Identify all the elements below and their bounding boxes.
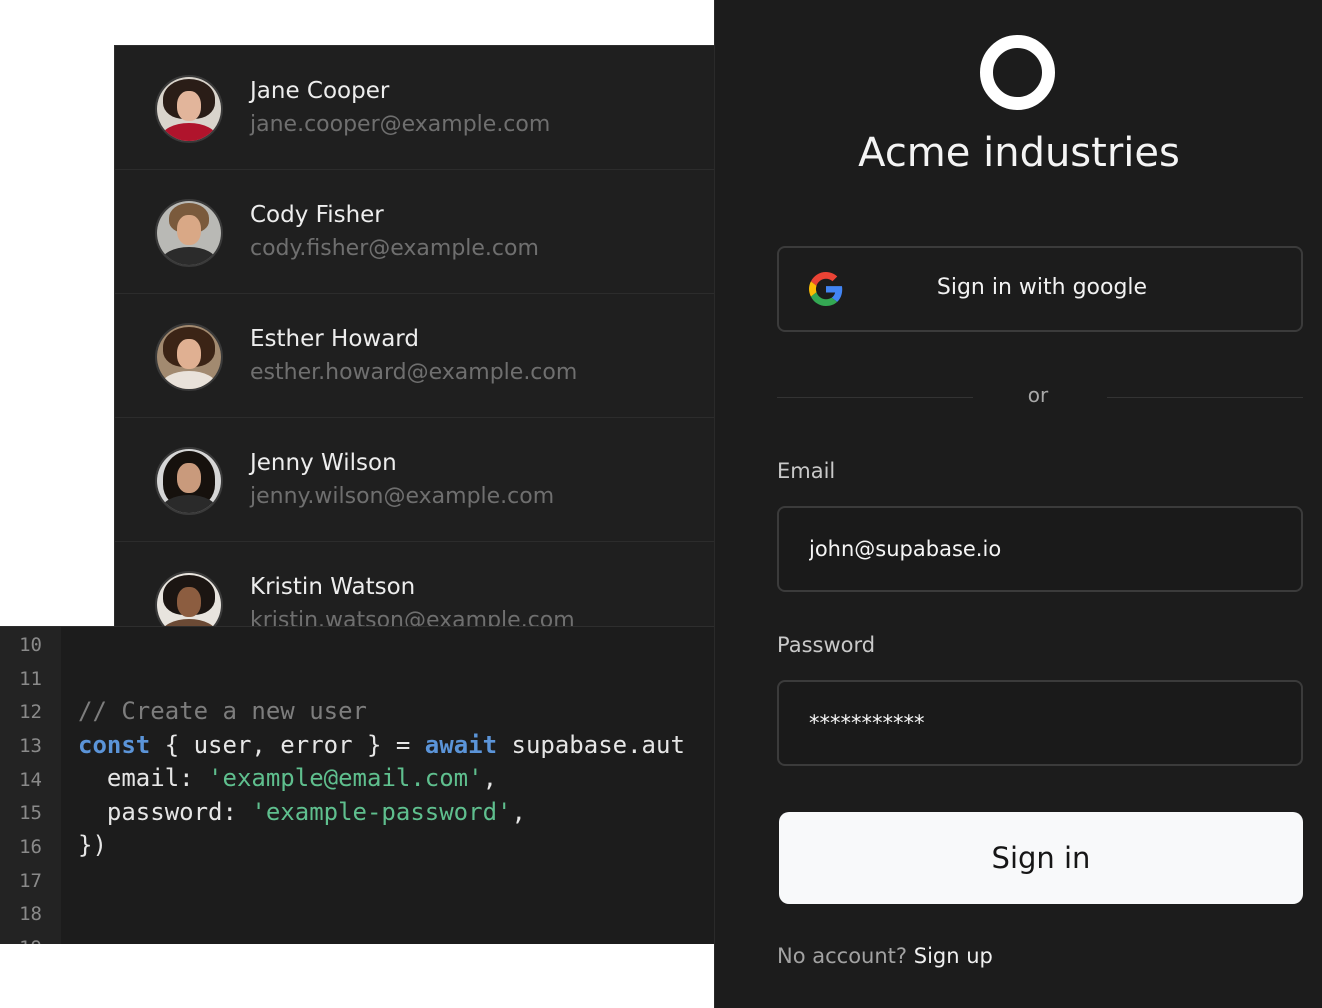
user-email: esther.howard@example.com bbox=[250, 360, 578, 385]
sign-up-link[interactable]: Sign up bbox=[914, 944, 993, 968]
google-button-label: Sign in with google bbox=[936, 275, 1148, 300]
auth-panel: Acme industries Sign in with google or E… bbox=[714, 0, 1322, 1008]
avatar bbox=[155, 323, 223, 391]
code-line: email: 'example@email.com', bbox=[78, 764, 497, 792]
code-line: const { user, error } = await supabase.a… bbox=[78, 731, 685, 759]
line-number-gutter: 10 11 12 13 14 15 16 17 18 19 bbox=[0, 627, 61, 944]
line-number: 18 bbox=[19, 903, 42, 925]
line-number: 13 bbox=[19, 735, 42, 757]
code-line: // Create a new user bbox=[78, 697, 367, 725]
user-list-item[interactable]: Jane Cooper jane.cooper@example.com bbox=[115, 46, 718, 170]
user-email: cody.fisher@example.com bbox=[250, 236, 539, 261]
code-text: , bbox=[511, 798, 526, 826]
divider-line-left bbox=[777, 397, 973, 398]
line-number: 15 bbox=[19, 802, 42, 824]
code-keyword: await bbox=[424, 731, 498, 759]
password-label: Password bbox=[777, 633, 876, 657]
user-list-item[interactable]: Esther Howard esther.howard@example.com bbox=[115, 294, 718, 418]
code-line: password: 'example-password', bbox=[78, 798, 526, 826]
email-label: Email bbox=[777, 459, 836, 483]
avatar bbox=[155, 75, 223, 143]
email-field[interactable] bbox=[777, 506, 1303, 592]
user-name: Cody Fisher bbox=[250, 202, 384, 228]
avatar bbox=[155, 199, 223, 267]
line-number: 12 bbox=[19, 701, 42, 723]
line-number: 19 bbox=[0, 936, 42, 944]
line-number: 17 bbox=[19, 870, 42, 892]
sign-in-button[interactable]: Sign in bbox=[779, 812, 1303, 904]
line-number: 10 bbox=[19, 634, 42, 656]
avatar bbox=[155, 447, 223, 515]
code-comment: // Create a new user bbox=[78, 697, 367, 725]
user-list-panel: Jane Cooper jane.cooper@example.com Cody… bbox=[114, 45, 718, 645]
user-email: jenny.wilson@example.com bbox=[250, 484, 555, 509]
divider-or: or bbox=[1027, 383, 1049, 407]
code-string: 'example@email.com' bbox=[208, 764, 483, 792]
divider-line-right bbox=[1107, 397, 1303, 398]
password-field[interactable] bbox=[777, 680, 1303, 766]
code-editor: 10 11 12 13 14 15 16 17 18 19 // Create … bbox=[0, 626, 718, 944]
code-text: }) bbox=[78, 831, 107, 859]
code-text: email: bbox=[78, 764, 209, 792]
brand-title: Acme industries bbox=[858, 130, 1180, 176]
code-text: supabase.aut bbox=[497, 731, 685, 759]
google-signin-button[interactable]: Sign in with google bbox=[777, 246, 1303, 332]
line-number: 14 bbox=[19, 769, 42, 791]
user-name: Jenny Wilson bbox=[250, 450, 397, 476]
code-line: }) bbox=[78, 831, 107, 859]
code-string: 'example-password' bbox=[251, 798, 512, 826]
no-account-text: No account? bbox=[777, 944, 908, 968]
user-name: Kristin Watson bbox=[250, 574, 416, 600]
code-text: { user, error } = bbox=[150, 731, 425, 759]
user-name: Esther Howard bbox=[250, 326, 419, 352]
line-number: 16 bbox=[19, 836, 42, 858]
code-keyword: const bbox=[78, 731, 151, 759]
user-list-item[interactable]: Cody Fisher cody.fisher@example.com bbox=[115, 170, 718, 294]
user-list-item[interactable]: Jenny Wilson jenny.wilson@example.com bbox=[115, 418, 718, 542]
logo-ring-icon bbox=[980, 35, 1055, 110]
code-text: password: bbox=[78, 798, 252, 826]
user-name: Jane Cooper bbox=[250, 78, 390, 104]
signup-prompt: No account? Sign up bbox=[777, 944, 993, 968]
code-text: , bbox=[482, 764, 498, 792]
user-email: jane.cooper@example.com bbox=[250, 112, 551, 137]
line-number: 11 bbox=[19, 668, 42, 690]
